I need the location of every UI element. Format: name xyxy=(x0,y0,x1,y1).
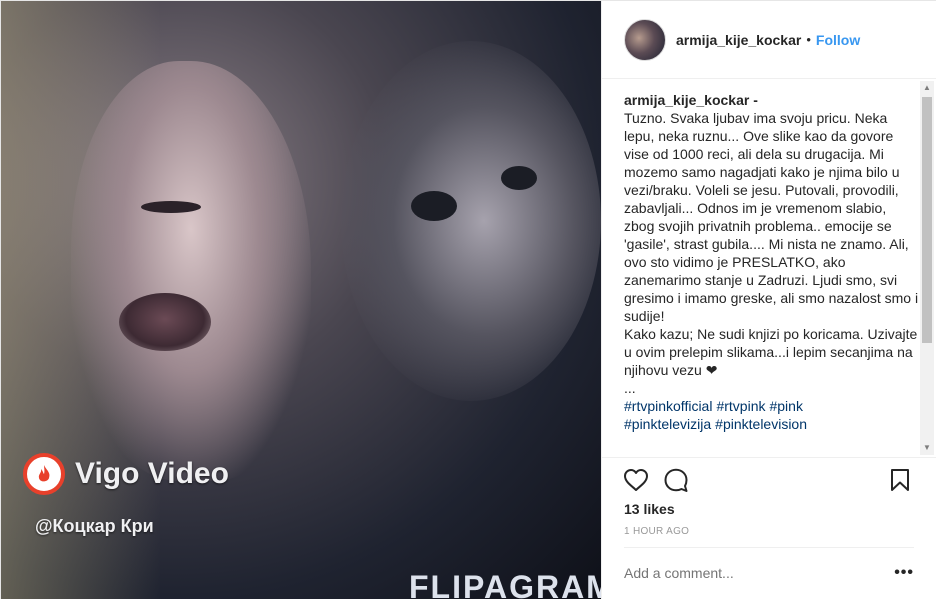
image-detail xyxy=(119,293,211,351)
caption-text: Tuzno. Svaka ljubav ima svoju pricu. Nek… xyxy=(624,110,919,396)
hashtag-list: #rtvpinkofficial #rtvpink #pink #pinktelev… xyxy=(624,397,919,433)
more-options-icon[interactable]: ••• xyxy=(894,564,914,582)
comment-icon[interactable] xyxy=(662,466,690,494)
header-username[interactable]: armija_kije_kockar xyxy=(676,32,801,48)
image-person-right xyxy=(341,41,601,401)
post-sidebar: armija_kije_kockar • Follow armija_kije_… xyxy=(601,1,936,599)
vigo-watermark: Vigo Video xyxy=(23,453,229,495)
hashtag-link[interactable]: #pinktelevizija xyxy=(624,416,711,432)
bookmark-icon[interactable] xyxy=(886,466,914,494)
post-timestamp[interactable]: 1 HOUR AGO xyxy=(624,526,689,537)
caption: armija_kije_kockar - Tuzno. Svaka ljubav… xyxy=(624,91,919,455)
comment-input[interactable] xyxy=(624,565,864,581)
scrollbar-thumb[interactable] xyxy=(922,97,932,343)
vigo-username: @Коцкар Кри xyxy=(35,516,154,536)
flipagram-watermark: FLIPAGRAM xyxy=(409,569,601,599)
caption-scrollbar[interactable]: ▲ ▼ xyxy=(920,81,934,455)
likes-count[interactable]: 13 likes xyxy=(624,501,675,517)
scroll-down-arrow-icon[interactable]: ▼ xyxy=(920,441,934,455)
post-image[interactable]: Vigo Video @Коцкар Кри FLIPAGRAM xyxy=(1,1,601,599)
image-detail xyxy=(141,201,201,213)
heart-icon[interactable] xyxy=(622,466,650,494)
hashtag-link[interactable]: #rtvpink xyxy=(716,398,765,414)
action-bar xyxy=(602,457,936,501)
avatar[interactable] xyxy=(624,18,666,61)
comment-bar: ••• xyxy=(624,547,914,599)
vigo-app-name: Vigo Video xyxy=(75,457,229,490)
separator-dot: • xyxy=(806,32,811,47)
post-header: armija_kije_kockar • Follow xyxy=(602,1,936,79)
scroll-up-arrow-icon[interactable]: ▲ xyxy=(920,81,934,95)
hashtag-link[interactable]: #rtvpinkofficial xyxy=(624,398,712,414)
image-detail xyxy=(411,191,457,221)
caption-username[interactable]: armija_kije_kockar - xyxy=(624,91,919,109)
hashtag-link[interactable]: #pink xyxy=(769,398,802,414)
follow-button[interactable]: Follow xyxy=(816,32,860,48)
image-person-left xyxy=(71,61,311,481)
image-detail xyxy=(501,166,537,190)
instagram-post: Vigo Video @Коцкар Кри FLIPAGRAM armija_… xyxy=(0,0,936,599)
hashtag-link[interactable]: #pinktelevision xyxy=(715,416,807,432)
vigo-flame-icon xyxy=(23,453,65,495)
